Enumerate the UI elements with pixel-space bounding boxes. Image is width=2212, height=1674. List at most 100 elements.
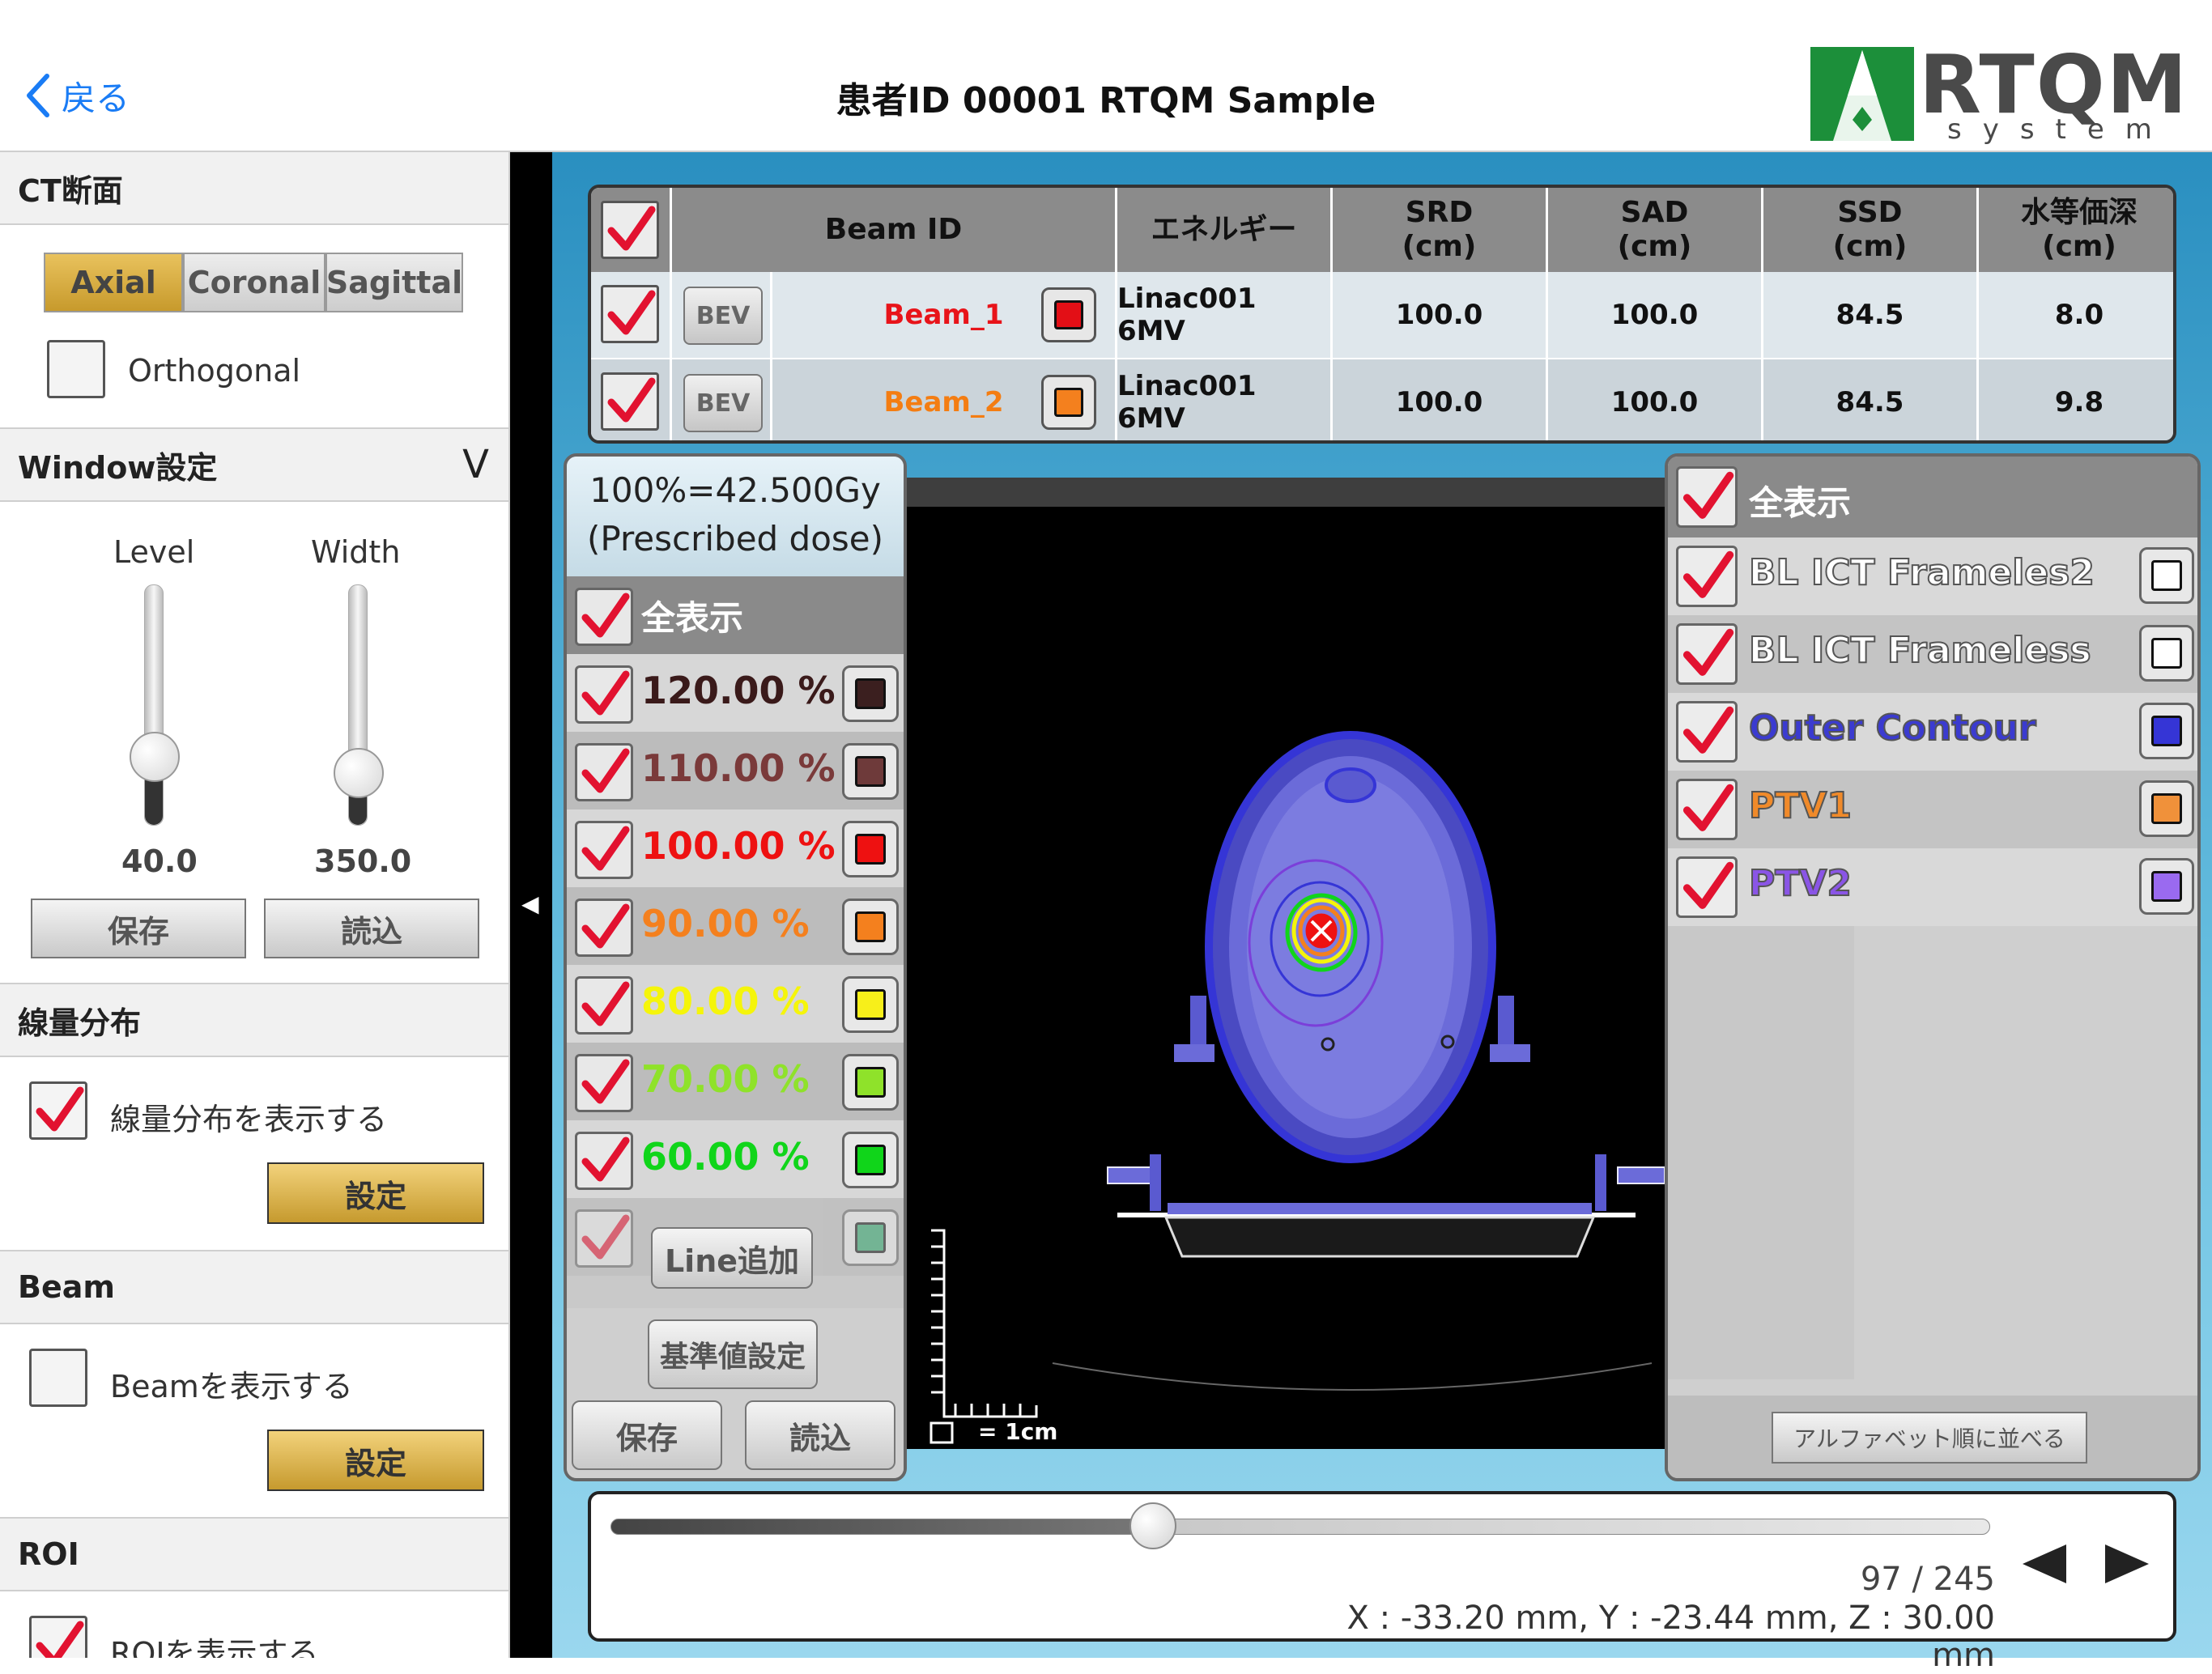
roi-row[interactable]: BL ICT Frameles2: [1668, 537, 2197, 615]
roi-color-swatch[interactable]: [2139, 858, 2194, 915]
roi-row[interactable]: Outer Contour: [1668, 693, 2197, 771]
sidebar: CT断面 Axial Coronal Sagittal Orthogonal W…: [0, 152, 510, 1658]
isodose-show-all-checkbox[interactable]: [575, 588, 633, 646]
next-slice-icon[interactable]: [2104, 1543, 2150, 1585]
roi-color-swatch[interactable]: [2139, 547, 2194, 604]
beam-row-checkbox[interactable]: [601, 372, 659, 431]
orthogonal-checkbox[interactable]: [47, 340, 105, 398]
add-line-button[interactable]: Line追加: [651, 1227, 813, 1289]
checkmark-icon: [607, 206, 656, 251]
beam-depth: 8.0: [2054, 299, 2104, 331]
isodose-color-swatch[interactable]: [842, 665, 899, 722]
isodose-checkbox[interactable]: [575, 976, 633, 1035]
checkmark-icon: [36, 1086, 84, 1132]
bev-button[interactable]: BEV: [683, 374, 763, 432]
isodose-row[interactable]: 100.00 %: [567, 809, 904, 887]
beam-table-select-all[interactable]: [591, 188, 672, 272]
window-load-button[interactable]: 読込: [264, 899, 479, 958]
roi-row[interactable]: PTV2: [1668, 848, 2197, 926]
isodose-save-button[interactable]: 保存: [572, 1400, 722, 1470]
roi-checkbox[interactable]: [1676, 623, 1738, 685]
isodose-color-swatch[interactable]: [842, 1132, 899, 1188]
isodose-checkbox[interactable]: [575, 899, 633, 957]
slice-slider[interactable]: [610, 1519, 1990, 1535]
view-sagittal-button[interactable]: Sagittal: [325, 253, 463, 312]
isodose-checkbox[interactable]: [575, 665, 633, 724]
beam-color-swatch[interactable]: [1041, 287, 1096, 342]
roi-show-all-checkbox[interactable]: [1676, 466, 1738, 528]
roi-show-checkbox[interactable]: [29, 1616, 87, 1658]
roi-checkbox[interactable]: [1676, 779, 1738, 840]
roi-row[interactable]: BL ICT Frameless: [1668, 615, 2197, 693]
checkmark-icon: [1682, 550, 1734, 598]
roi-label: Outer Contour: [1748, 707, 2037, 750]
beam-show-checkbox[interactable]: [29, 1349, 87, 1407]
isodose-color-swatch[interactable]: [842, 976, 899, 1033]
depth-header: 水等価深 (cm): [1979, 188, 2173, 272]
dose-section-header: 線量分布: [0, 983, 508, 1057]
roi-checkbox[interactable]: [1676, 856, 1738, 918]
srd-header: SRD (cm): [1333, 188, 1548, 272]
isodose-row[interactable]: 120.00 %: [567, 654, 904, 732]
isodose-color-swatch[interactable]: [842, 899, 899, 955]
beam-color-swatch[interactable]: [1041, 375, 1096, 430]
logo-subtext: system: [1947, 113, 2173, 146]
beam-ssd: 84.5: [1763, 359, 1979, 440]
bev-button[interactable]: BEV: [683, 287, 763, 345]
level-slider[interactable]: [144, 584, 164, 826]
width-slider-knob[interactable]: [334, 748, 384, 798]
isodose-color-swatch[interactable]: [842, 1054, 899, 1111]
checkmark-icon: [581, 748, 630, 793]
energy-header: エネルギー: [1117, 188, 1333, 272]
ct-section-header: CT断面: [0, 152, 508, 225]
dose-show-label: 線量分布を表示する: [110, 1102, 388, 1137]
window-section-header[interactable]: Window設定 V: [0, 427, 508, 502]
beam-id-header: Beam ID: [672, 188, 1117, 272]
ct-slice-image: [907, 478, 1665, 1444]
isodose-load-button[interactable]: 読込: [745, 1400, 895, 1470]
isodose-row[interactable]: 90.00 %: [567, 887, 904, 965]
roi-color-swatch[interactable]: [2139, 625, 2194, 682]
roi-checkbox[interactable]: [1676, 701, 1738, 763]
roi-checkbox[interactable]: [1676, 546, 1738, 607]
isodose-level-label: 120.00 %: [641, 669, 836, 712]
isodose-show-all-row[interactable]: 全表示: [567, 576, 904, 654]
isodose-color-swatch[interactable]: [842, 821, 899, 877]
beam-row[interactable]: BEV Beam_2 Linac001 6MV 100.0 100.0 84.5…: [591, 359, 2173, 440]
isodose-level-label: 60.00 %: [641, 1135, 810, 1179]
ct-image-view[interactable]: = 1cm: [907, 478, 1665, 1449]
roi-show-all-row[interactable]: 全表示: [1668, 457, 2197, 537]
dose-settings-button[interactable]: 設定: [267, 1162, 484, 1224]
roi-row[interactable]: PTV1: [1668, 771, 2197, 848]
beam-select-all-checkbox[interactable]: [601, 201, 659, 259]
roi-section-title: ROI: [18, 1536, 79, 1572]
collapse-sidebar-icon[interactable]: ◀: [521, 890, 539, 917]
isodose-color-swatch[interactable]: [842, 743, 899, 800]
sort-alphabetical-button[interactable]: アルファベット順に並べる: [1772, 1412, 2087, 1464]
view-coronal-button[interactable]: Coronal: [183, 253, 325, 312]
beam-settings-button[interactable]: 設定: [267, 1430, 484, 1491]
reference-value-button[interactable]: 基準値設定: [648, 1319, 818, 1389]
isodose-row[interactable]: 80.00 %: [567, 965, 904, 1043]
isodose-row[interactable]: 60.00 %: [567, 1120, 904, 1198]
roi-color-swatch[interactable]: [2139, 780, 2194, 837]
window-save-button[interactable]: 保存: [31, 899, 246, 958]
level-slider-knob[interactable]: [130, 732, 180, 782]
beam-section-header: Beam: [0, 1250, 508, 1324]
isodose-row[interactable]: 110.00 %: [567, 732, 904, 809]
roi-color-swatch[interactable]: [2139, 703, 2194, 759]
checkmark-icon: [1682, 706, 1734, 754]
view-axial-button[interactable]: Axial: [44, 253, 183, 312]
dose-show-checkbox[interactable]: [29, 1081, 87, 1140]
checkmark-icon: [1682, 861, 1734, 909]
isodose-row[interactable]: 70.00 %: [567, 1043, 904, 1120]
isodose-checkbox[interactable]: [575, 821, 633, 879]
isodose-checkbox[interactable]: [575, 743, 633, 801]
prescribed-dose-box: 100%=42.500Gy (Prescribed dose): [567, 457, 904, 576]
isodose-checkbox[interactable]: [575, 1132, 633, 1190]
previous-slice-icon[interactable]: [2021, 1543, 2068, 1585]
beam-ssd: 84.5: [1763, 272, 1979, 358]
isodose-checkbox[interactable]: [575, 1054, 633, 1112]
beam-row[interactable]: BEV Beam_1 Linac001 6MV 100.0 100.0 84.5…: [591, 272, 2173, 360]
beam-row-checkbox[interactable]: [601, 285, 659, 343]
